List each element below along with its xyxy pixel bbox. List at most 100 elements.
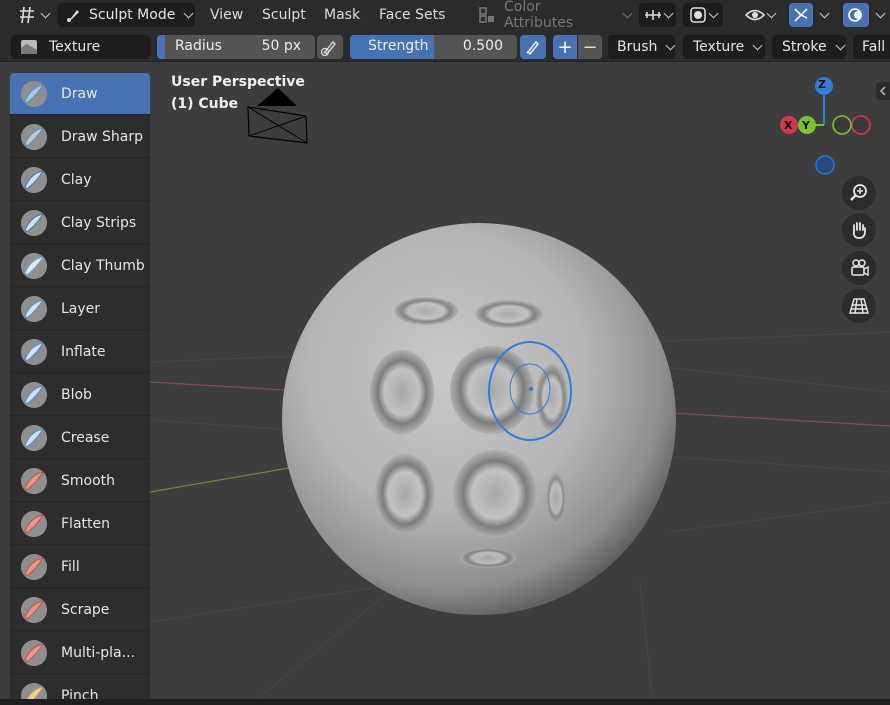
mode-selector[interactable]: Sculpt Mode xyxy=(58,3,195,27)
chevron-down-icon xyxy=(40,8,51,18)
direction-add-button[interactable]: + xyxy=(553,35,577,59)
chevron-down-icon xyxy=(819,8,830,18)
gizmo-x-label: X xyxy=(784,119,793,132)
menu-mask[interactable]: Mask xyxy=(324,4,360,28)
crease-brush-icon xyxy=(21,424,47,451)
tool-label: Smooth xyxy=(61,472,116,489)
blender-window: Sculpt Mode View Sculpt Mask Face Sets C… xyxy=(0,0,890,705)
gizmo-toggle[interactable] xyxy=(789,3,837,27)
sculpt-toolbar: Draw Draw Sharp Clay Clay Strips Clay Thumb L… xyxy=(10,73,150,705)
chevron-down-icon xyxy=(183,8,194,18)
zoom-button[interactable] xyxy=(842,176,876,210)
smooth-brush-icon xyxy=(21,467,47,494)
camera-view-button[interactable] xyxy=(842,251,876,285)
color-attributes-label: Color Attributes xyxy=(503,0,574,31)
inflate-brush-icon xyxy=(21,338,47,365)
tool-draw[interactable]: Draw xyxy=(10,73,150,115)
zoom-icon xyxy=(850,184,867,201)
texture-dropdown[interactable]: Texture xyxy=(683,35,765,59)
mode-label: Sculpt Mode xyxy=(89,7,176,23)
symmetry-icon xyxy=(645,10,661,20)
chevron-down-icon xyxy=(622,8,633,18)
tool-label: Inflate xyxy=(61,343,106,360)
tool-crease[interactable]: Crease xyxy=(10,417,150,459)
tool-clay-strips[interactable]: Clay Strips xyxy=(10,202,150,244)
grid-perspective-icon xyxy=(849,298,869,314)
strength-label: Strength xyxy=(368,38,429,54)
tool-scrape[interactable]: Scrape xyxy=(10,589,150,631)
tool-layer[interactable]: Layer xyxy=(10,288,150,330)
sidebar-toggle[interactable] xyxy=(876,82,890,100)
color-attribute-icon xyxy=(479,7,494,23)
tool-clay[interactable]: Clay xyxy=(10,159,150,201)
scrape-brush-icon xyxy=(21,596,47,623)
tool-label: Draw Sharp xyxy=(61,128,143,145)
camera-icon xyxy=(851,259,869,277)
tool-label: Layer xyxy=(61,300,101,317)
tool-inflate[interactable]: Inflate xyxy=(10,331,150,373)
tool-blob[interactable]: Blob xyxy=(10,374,150,416)
gizmo-neg-z-ball[interactable] xyxy=(815,155,835,175)
tool-label: Clay Thumb xyxy=(61,257,145,274)
brush-dropdown[interactable]: Brush xyxy=(608,35,676,59)
tool-clay-thumb[interactable]: Clay Thumb xyxy=(10,245,150,287)
chevron-left-icon xyxy=(879,86,886,96)
falloff-dropdown[interactable]: Fall xyxy=(853,35,890,59)
viewport-header: Sculpt Mode View Sculpt Mask Face Sets C… xyxy=(0,0,890,31)
chevron-down-icon xyxy=(708,8,719,18)
chevron-down-icon xyxy=(663,8,674,18)
chevron-down-icon xyxy=(766,8,777,18)
editor-type-button[interactable] xyxy=(12,3,51,27)
layer-brush-icon xyxy=(21,295,47,322)
gizmo-neg-x-ball[interactable] xyxy=(851,115,871,135)
gizmo-neg-y-ball[interactable] xyxy=(832,115,852,135)
object-name: (1) Cube xyxy=(171,96,239,112)
tool-smooth[interactable]: Smooth xyxy=(10,460,150,502)
overlay-icon xyxy=(848,8,862,22)
chevron-down-icon xyxy=(752,40,763,50)
pan-button[interactable] xyxy=(842,213,876,247)
3d-viewport-icon xyxy=(20,6,34,24)
strength-field[interactable]: Strength 0.500 xyxy=(350,35,517,59)
eye-icon xyxy=(744,9,766,21)
texture-icon xyxy=(21,40,37,54)
visibility-dropdown[interactable] xyxy=(742,3,782,27)
tool-label: Flatten xyxy=(61,515,110,532)
view-name: User Perspective xyxy=(171,74,305,90)
multiplane-scrape-brush-icon xyxy=(21,639,47,666)
falloff-dropdown-label: Fall xyxy=(862,39,886,55)
perspective-toggle-button[interactable] xyxy=(842,289,876,323)
brush-texture-selector[interactable]: Texture xyxy=(11,35,150,59)
radius-field[interactable]: Radius 50 px xyxy=(157,35,315,59)
menu-view[interactable]: View xyxy=(210,4,243,28)
chevron-down-icon xyxy=(875,8,886,18)
brush-dropdown-label: Brush xyxy=(617,39,658,55)
blob-brush-icon xyxy=(21,381,47,408)
hand-icon xyxy=(852,222,866,239)
tool-label: Draw xyxy=(61,85,98,102)
color-attributes-dropdown[interactable]: Color Attributes xyxy=(474,0,633,31)
radius-value: 50 px xyxy=(261,38,301,54)
tool-draw-sharp[interactable]: Draw Sharp xyxy=(10,116,150,158)
menu-face-sets[interactable]: Face Sets xyxy=(379,4,445,28)
menu-sculpt[interactable]: Sculpt xyxy=(262,4,306,28)
direction-subtract-button[interactable]: − xyxy=(578,35,602,59)
tool-label: Blob xyxy=(61,386,92,403)
stroke-dropdown[interactable]: Stroke xyxy=(772,35,846,59)
tool-flatten[interactable]: Flatten xyxy=(10,503,150,545)
symmetry-dropdown[interactable] xyxy=(639,3,676,27)
overlays-toggle[interactable] xyxy=(843,3,890,27)
gizmo-button[interactable] xyxy=(789,3,813,27)
stroke-dropdown-label: Stroke xyxy=(782,39,827,55)
tool-label: Clay xyxy=(61,171,92,188)
draw-brush-icon xyxy=(21,80,47,107)
fill-brush-icon xyxy=(21,553,47,580)
tool-multi-pla[interactable]: Multi-pla... xyxy=(10,632,150,674)
strength-pressure-button[interactable] xyxy=(520,35,546,59)
radius-pressure-button[interactable] xyxy=(317,35,343,59)
overlays-button[interactable] xyxy=(843,3,869,27)
tool-label: Fill xyxy=(61,558,80,575)
shading-dropdown[interactable] xyxy=(683,3,723,27)
tool-fill[interactable]: Fill xyxy=(10,546,150,588)
gizmo-y-label: Y xyxy=(802,119,810,132)
